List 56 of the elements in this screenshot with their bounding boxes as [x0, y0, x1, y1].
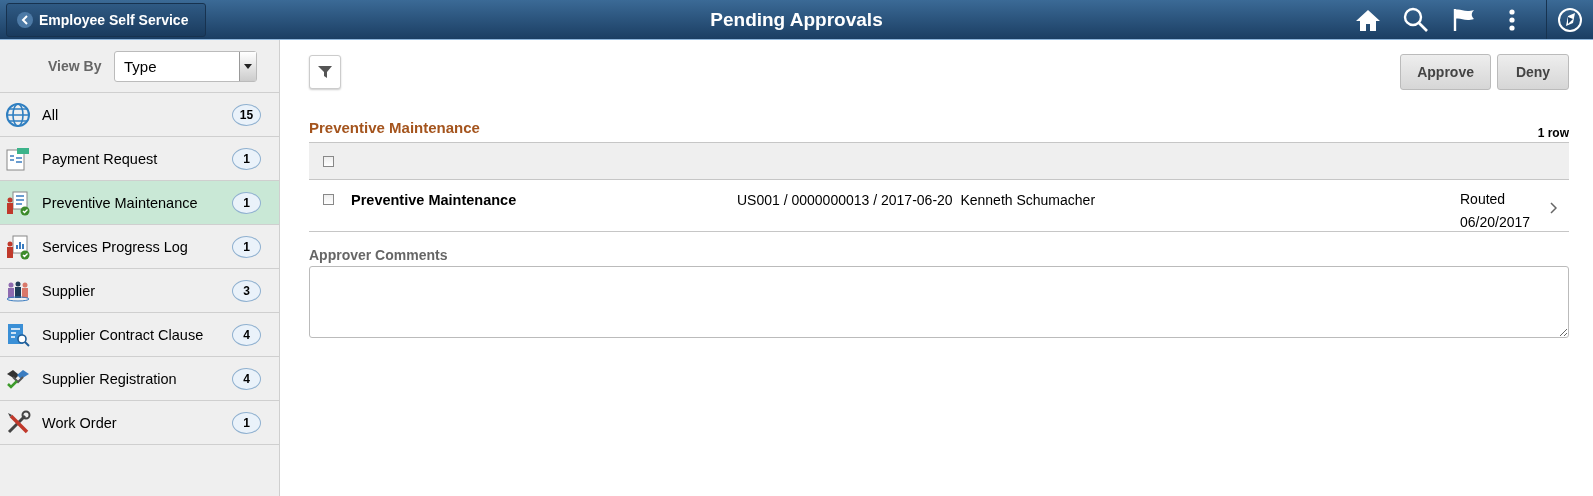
- sidebar-item[interactable]: Supplier Registration 4: [0, 357, 279, 401]
- person-chart-icon: [5, 233, 31, 260]
- item-label: Payment Request: [42, 150, 159, 167]
- person-checklist-icon: [5, 189, 31, 216]
- flag-icon[interactable]: [1452, 6, 1476, 33]
- globe-icon: [5, 101, 31, 128]
- row-count: 1 row: [1537, 126, 1569, 140]
- comments-field[interactable]: [309, 266, 1569, 338]
- sidebar-item[interactable]: Preventive Maintenance 1: [0, 181, 279, 225]
- count-badge: 1: [232, 147, 261, 170]
- item-label: All: [42, 106, 60, 123]
- item-label: Preventive Maintenance: [42, 194, 199, 211]
- select-all-checkbox[interactable]: [323, 155, 334, 167]
- count-badge: 15: [232, 103, 261, 126]
- comments-label: Approver Comments: [309, 247, 449, 263]
- approval-row[interactable]: Preventive Maintenance US001 / 0000000013 / 2017-06-20 Kenneth Schumacher Routed 06/20/2017: [309, 180, 1569, 232]
- tools-icon: [5, 409, 31, 436]
- sidebar-item[interactable]: Supplier Contract Clause 4: [0, 313, 279, 357]
- count-badge: 1: [232, 411, 261, 434]
- row-date: 06/20/2017: [1460, 213, 1532, 232]
- count-badge: 3: [232, 279, 261, 302]
- item-label: Supplier Contract Clause: [42, 326, 205, 343]
- view-by-label: View By: [48, 58, 103, 74]
- back-button[interactable]: Employee Self Service: [6, 2, 206, 37]
- sidebar-item[interactable]: Supplier 3: [0, 269, 279, 313]
- document-icon: [5, 145, 31, 172]
- item-label: Supplier: [42, 282, 97, 299]
- section-title: Preventive Maintenance: [309, 119, 480, 136]
- dropdown-arrow-icon: [244, 63, 252, 69]
- search-icon[interactable]: [1403, 6, 1429, 33]
- item-label: Supplier Registration: [42, 370, 178, 387]
- action-button[interactable]: Deny: [1497, 54, 1569, 90]
- chevron-right-icon[interactable]: [1550, 202, 1557, 214]
- page-title: Pending Approvals: [710, 8, 883, 30]
- document-search-icon: [5, 321, 31, 348]
- count-badge: 1: [232, 235, 261, 258]
- row-details: US001 / 0000000013 / 2017-06-20 Kenneth Schumacher: [737, 192, 1097, 208]
- sidebar-item[interactable]: Work Order 1: [0, 401, 279, 445]
- row-status: Routed: [1460, 190, 1507, 209]
- sidebar-item[interactable]: Services Progress Log 1: [0, 225, 279, 269]
- compass-icon[interactable]: [1557, 6, 1583, 33]
- view-by-dropdown[interactable]: Type: [114, 50, 257, 82]
- count-badge: 1: [232, 191, 261, 214]
- filter-icon: [318, 65, 332, 79]
- sidebar-item[interactable]: All 15: [0, 93, 279, 137]
- back-icon: [17, 11, 33, 28]
- item-label: Services Progress Log: [42, 238, 189, 255]
- more-icon[interactable]: [1509, 8, 1515, 31]
- filter-button[interactable]: [309, 55, 341, 89]
- row-type: Preventive Maintenance: [351, 192, 518, 208]
- action-button[interactable]: Approve: [1400, 54, 1491, 90]
- row-checkbox[interactable]: [323, 194, 334, 205]
- home-icon[interactable]: [1355, 7, 1381, 32]
- item-label: Work Order: [42, 414, 118, 431]
- count-badge: 4: [232, 323, 261, 346]
- count-badge: 4: [232, 367, 261, 390]
